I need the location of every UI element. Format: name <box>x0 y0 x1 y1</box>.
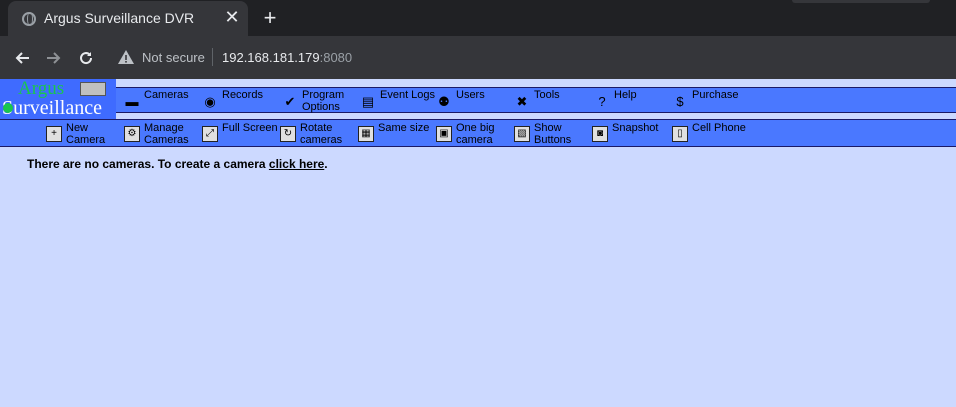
image-icon: ▧ <box>514 126 530 142</box>
close-tab-icon[interactable]: ✕ <box>222 7 242 27</box>
tab-title: Argus Surveillance DVR <box>44 10 195 26</box>
snapshot-camera-icon: ◙ <box>592 126 608 142</box>
disc-icon: ◉ <box>204 94 216 109</box>
back-button[interactable] <box>8 44 36 72</box>
menu-label: Manage Cameras <box>144 122 189 146</box>
fullscreen-icon: ⤢ <box>202 126 218 142</box>
message-suffix: . <box>324 157 328 171</box>
menu-label: Show Buttons <box>534 122 572 146</box>
rotate-icon: ↻ <box>280 126 296 142</box>
warning-icon[interactable] <box>118 50 134 64</box>
logo-text-surveillance: Surveillance <box>2 97 102 119</box>
menu-label: Same size <box>378 122 430 134</box>
browser-tab[interactable]: Argus Surveillance DVR ✕ <box>8 1 248 36</box>
new-tab-button[interactable]: + <box>258 6 282 30</box>
menu-label: Tools <box>534 89 560 101</box>
menu-label: Cameras <box>144 89 189 101</box>
forward-button[interactable] <box>40 44 68 72</box>
manage-cameras-icon: ⚙ <box>124 126 140 142</box>
checkmark-icon: ✔ <box>284 94 296 109</box>
menu-label: Program Options <box>302 89 345 113</box>
menu-label: Purchase <box>692 89 739 101</box>
not-secure-label[interactable]: Not secure <box>142 50 205 65</box>
camera-logo-icon <box>80 82 106 96</box>
create-camera-link[interactable]: click here <box>269 157 324 171</box>
help-icon: ? <box>598 94 606 109</box>
browser-tab-bar: Argus Surveillance DVR ✕ + <box>0 0 956 36</box>
menu-label: Rotate cameras <box>300 122 343 146</box>
users-icon: ⚉ <box>438 94 450 109</box>
menu-label: Snapshot <box>612 122 659 134</box>
menu-label: Users <box>456 89 485 101</box>
menu-label: Help <box>614 89 637 101</box>
menu-label: Full Screen <box>222 122 278 134</box>
grid-icon: ▦ <box>358 126 374 142</box>
document-icon: ▤ <box>361 94 375 109</box>
back-arrow-icon <box>15 52 29 64</box>
tools-icon: ✖ <box>516 94 528 109</box>
globe-icon <box>22 12 36 26</box>
menu-label: New Camera <box>66 122 106 146</box>
forward-arrow-icon <box>47 52 61 64</box>
url-port: :8080 <box>319 50 353 65</box>
window-edge <box>792 0 930 3</box>
url-host: 192.168.181.179 <box>222 50 320 65</box>
dollar-icon: $ <box>676 94 684 109</box>
omnibox-divider <box>212 48 213 66</box>
menu-label: One big camera <box>456 122 495 146</box>
phone-icon: ▯ <box>672 126 688 142</box>
menu-label: Cell Phone <box>692 122 746 134</box>
message-text: There are no cameras. To create a camera <box>27 157 269 171</box>
reload-button[interactable] <box>72 44 100 72</box>
menu-label: Records <box>222 89 263 101</box>
page-content: Argus Surveillance ▬ Cameras ◉ Records ✔… <box>0 79 956 407</box>
url-text[interactable]: 192.168.181.179:8080 <box>222 50 352 65</box>
main-menu: ▬ Cameras ◉ Records ✔ Program Options ▤ … <box>116 87 956 113</box>
reload-icon <box>80 52 93 65</box>
eye-logo-icon <box>3 103 13 113</box>
add-camera-icon: + <box>46 126 62 142</box>
no-cameras-message: There are no cameras. To create a camera… <box>27 157 328 171</box>
app-logo[interactable]: Argus Surveillance <box>0 79 116 119</box>
camera-icon: ▬ <box>125 94 139 109</box>
sub-menu: + New Camera ⚙ Manage Cameras ⤢ Full Scr… <box>0 119 956 147</box>
big-camera-icon: ▣ <box>436 126 452 142</box>
menu-label: Event Logs <box>380 89 436 101</box>
